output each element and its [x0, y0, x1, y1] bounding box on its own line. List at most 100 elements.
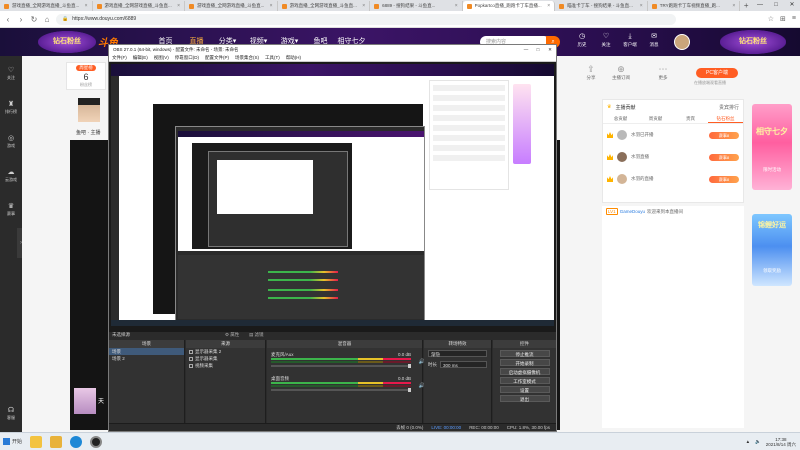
obs-menu-item[interactable]: 视图(V) — [154, 54, 169, 61]
promo-banner[interactable]: 相守七夕 限时活动 — [752, 104, 792, 190]
obs-menu-item[interactable]: 场景集合(S) — [235, 54, 259, 61]
brand-badge[interactable]: 钻石粉丝 — [38, 31, 96, 53]
tab-0[interactable]: 总贡献 — [603, 114, 638, 123]
browser-tab[interactable]: 游戏直播_全网游戏直播_斗鱼直... × — [185, 1, 278, 11]
header-icon-2[interactable]: ⤓ 客户端 — [620, 33, 640, 49]
sidebar-item[interactable]: ☁ 云游戏 — [0, 168, 22, 183]
anchor-avatar[interactable] — [78, 98, 100, 122]
room-action[interactable]: ⇪ 分享 — [578, 64, 604, 81]
brand-badge-right[interactable]: 钻石粉丝 — [720, 30, 786, 54]
tab-2[interactable]: 贵宾 — [673, 114, 708, 123]
browser-tab[interactable]: 游戏直播_全网游戏直播_斗鱼直... × — [93, 1, 186, 11]
control-button[interactable]: 开始录制 — [499, 359, 550, 366]
avatar[interactable] — [674, 34, 690, 50]
anchor-name[interactable]: 鱼吧 · 主播 — [76, 129, 100, 136]
header-icon-3[interactable]: ✉ 消息 — [644, 33, 664, 49]
back-icon[interactable]: ‹ — [4, 15, 12, 24]
obs-preview[interactable] — [109, 62, 556, 332]
extensions-icon[interactable]: ⊞ — [780, 15, 786, 23]
promo-banner-2[interactable]: 锦鲤好运 领取奖励 — [752, 214, 792, 286]
source-item[interactable]: 视频采集 — [186, 362, 265, 369]
properties-icon[interactable]: ⚙ 属性 — [225, 332, 239, 338]
visibility-checkbox[interactable] — [189, 356, 193, 361]
minimize-button[interactable]: — — [752, 0, 768, 11]
edge-icon[interactable] — [70, 435, 83, 448]
tab-close-icon[interactable]: × — [640, 3, 643, 9]
sidebar-item[interactable]: ♡ 关注 — [0, 66, 22, 81]
tab-close-icon[interactable]: × — [455, 3, 458, 9]
control-button[interactable]: 设置 — [499, 386, 550, 393]
tab-3[interactable]: 钻石粉丝 — [708, 114, 743, 123]
close-window-button[interactable]: ✕ — [784, 0, 800, 11]
tab-close-icon[interactable]: × — [85, 3, 88, 9]
avatar[interactable] — [617, 174, 627, 184]
file-explorer-icon[interactable] — [30, 435, 43, 448]
obs-menu-item[interactable]: 停靠窗口(D) — [175, 54, 199, 61]
control-button[interactable]: 退出 — [499, 395, 550, 402]
volume-slider[interactable] — [271, 388, 411, 392]
scene-item[interactable]: 场景 2 — [109, 355, 184, 362]
pc-client-button[interactable]: PC客户端 — [696, 68, 738, 78]
network-icon[interactable]: ▲ — [746, 439, 750, 444]
obs-menu-item[interactable]: 编辑(E) — [133, 54, 148, 61]
browser-tab[interactable]: 6889 - 搜狗结果 - 斗鱼直... × — [370, 1, 463, 11]
tab-close-icon[interactable]: × — [270, 3, 273, 9]
fans-rank-card[interactable]: 周星榜 6 粉丝榜 — [66, 62, 106, 90]
room-action[interactable]: ⊕ 主播订阅 — [608, 64, 634, 81]
browser-tab[interactable]: 瞄准卡丁车 - 搜狗结果 - 斗鱼直... × — [555, 1, 648, 11]
sidebar-item-bottom[interactable]: ☊ 客服 — [0, 406, 22, 421]
home-icon[interactable]: ⌂ — [43, 15, 51, 24]
browser-tab[interactable]: Popkartco直播_跑跑卡丁车直播... × — [462, 1, 556, 11]
source-item[interactable]: 显示器采集 2 — [186, 348, 265, 355]
obs-menu-item[interactable]: 工具(T) — [265, 54, 280, 61]
forward-icon[interactable]: › — [17, 15, 25, 24]
tab-close-icon[interactable]: × — [732, 3, 735, 9]
visibility-checkbox[interactable] — [189, 363, 193, 368]
tab-1[interactable]: 周贡献 — [638, 114, 673, 123]
room-action[interactable]: ⋯ 更多 — [650, 64, 676, 81]
folder-icon[interactable] — [50, 435, 63, 448]
star-icon[interactable]: ☆ — [768, 15, 774, 23]
chat-area[interactable] — [602, 218, 744, 428]
start-button[interactable]: 开始 — [3, 438, 22, 445]
control-button[interactable]: 工作室模式 — [499, 377, 550, 384]
obs-icon[interactable] — [90, 435, 103, 448]
obs-minimize-button[interactable]: — — [520, 45, 532, 54]
obs-maximize-button[interactable]: □ — [532, 45, 544, 54]
source-item[interactable]: 显示器采集 — [186, 355, 265, 362]
obs-menu-item[interactable]: 配置文件(P) — [205, 54, 229, 61]
welcome-user[interactable]: GameDouyu — [620, 209, 645, 214]
duration-input[interactable]: 300 ms — [440, 361, 487, 368]
obs-menu-item[interactable]: 帮助(H) — [286, 54, 301, 61]
sidebar-item[interactable]: ◎ 游戏 — [0, 134, 22, 149]
avatar[interactable] — [617, 130, 627, 140]
transition-select[interactable]: 渐隐 — [428, 350, 487, 357]
visibility-checkbox[interactable] — [189, 349, 193, 354]
browser-tab[interactable]: 游戏直播_全网游戏直播_斗鱼直... × — [278, 1, 371, 11]
volume-icon[interactable]: 🔈 — [755, 439, 761, 445]
control-button[interactable]: 启动虚拟摄像机 — [499, 368, 550, 375]
maximize-button[interactable]: □ — [768, 0, 784, 11]
control-button[interactable]: 停止推流 — [499, 350, 550, 357]
tab-close-icon[interactable]: × — [547, 3, 550, 9]
header-icon-0[interactable]: ◷ 历史 — [572, 33, 592, 49]
menu-icon[interactable]: ≡ — [792, 15, 796, 23]
sidebar-item[interactable]: ♛ 赛事 — [0, 202, 22, 217]
filters-icon[interactable]: ▤ 滤镜 — [249, 332, 264, 338]
list-item[interactable]: 水羽已开播 赛事8 — [603, 124, 743, 146]
panel-more[interactable]: 贵宾排行 — [719, 104, 739, 111]
obs-menu-item[interactable]: 文件(F) — [112, 54, 127, 61]
tab-close-icon[interactable]: × — [362, 3, 365, 9]
sidebar-item[interactable]: ♜ 排行榜 — [0, 100, 22, 115]
scene-item[interactable]: 场景 — [109, 348, 184, 355]
avatar[interactable] — [617, 152, 627, 162]
list-item[interactable]: 水羽直播 赛事8 — [603, 146, 743, 168]
new-tab-button[interactable]: + — [740, 1, 752, 11]
header-icon-1[interactable]: ♡ 关注 — [596, 33, 616, 49]
reload-icon[interactable]: ↻ — [30, 15, 38, 24]
volume-slider[interactable] — [271, 364, 411, 368]
browser-tab[interactable]: TRY跑跑卡丁车视频直播_跑... × — [648, 1, 741, 11]
tab-close-icon[interactable]: × — [177, 3, 180, 9]
list-item[interactable]: 水羽的直播 赛事8 — [603, 168, 743, 190]
obs-close-button[interactable]: ✕ — [544, 45, 556, 54]
